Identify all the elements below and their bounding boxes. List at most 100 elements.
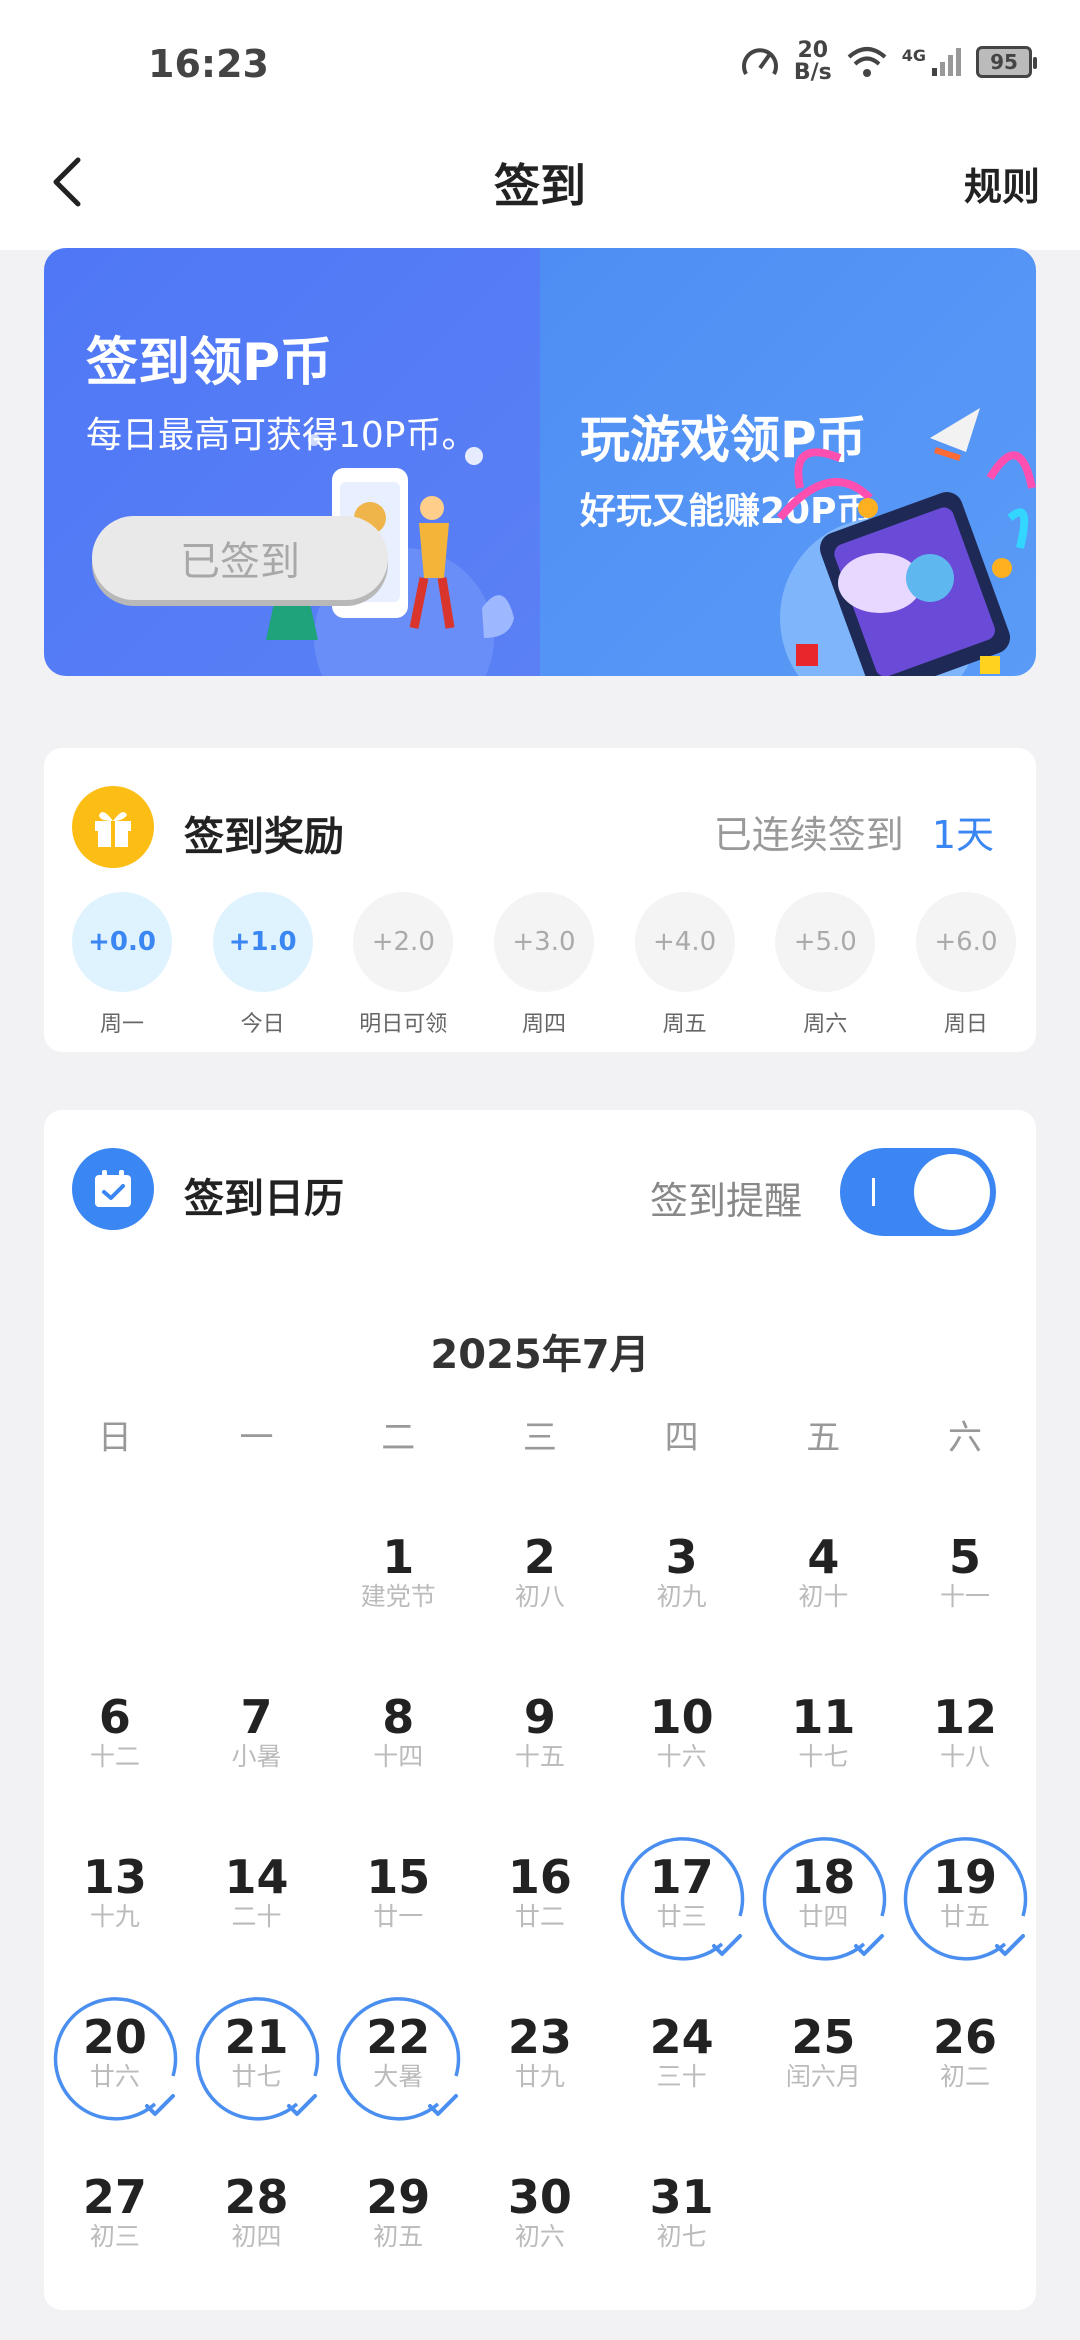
banner-carousel: 签到领P币 每日最高可获得10P币。 已签到 玩游戏领P币 好玩又能赚20P币 [44,248,1036,676]
reward-days: +0.0 周一 +1.0 今日 +2.0 明日可领 +3.0 周四 +4.0 周五 +5.0 周六 +6… [72,892,1016,1038]
lunar-date: 廿二 [514,1902,565,1931]
lunar-date: 廿一 [373,1902,424,1931]
lunar-date: 三十 [656,2062,707,2091]
calendar-day[interactable]: 18 廿四 [753,1820,895,1980]
calendar-day[interactable]: 7 小暑 [186,1660,328,1820]
reminder-toggle[interactable] [840,1148,996,1236]
weekday-label: 日 [97,1418,132,1458]
reward-day: +3.0 周四 [493,892,594,1038]
day-number: 27 [82,2170,147,2224]
calendar-day[interactable]: 3 初九 [611,1500,753,1660]
signin-calendar-card: 签到日历 签到提醒 2025年7月 日一二三四五六 1 建党节 2 初八 3 初九 4 初十 5… [44,1110,1036,2310]
lunar-date: 十四 [373,1742,424,1771]
calendar-day[interactable]: 31 初七 [611,2140,753,2300]
lunar-date: 十五 [514,1742,565,1771]
calendar-day[interactable]: 9 十五 [469,1660,611,1820]
signed-button[interactable]: 已签到 [92,516,388,600]
network-type: 4G [901,45,926,65]
weekday-label: 四 [664,1418,699,1458]
reward-amount: +1.0 [212,892,313,992]
streak-label: 已连续签到 [713,813,904,857]
calendar-check-icon [72,1148,154,1230]
day-number: 2 [523,1530,556,1584]
day-number: 16 [507,1850,572,1904]
weekday-label: 六 [947,1418,982,1458]
day-number: 13 [82,1850,147,1904]
reward-amount: +5.0 [775,892,876,992]
calendar-day[interactable]: 6 十二 [44,1660,186,1820]
calendar-day[interactable]: 28 初四 [186,2140,328,2300]
lunar-date: 十一 [940,1582,991,1611]
calendar-day[interactable]: 14 二十 [186,1820,328,1980]
reward-day: +0.0 周一 [72,892,172,1038]
calendar-day[interactable]: 11 十七 [753,1660,895,1820]
calendar-day[interactable]: 16 廿二 [469,1820,611,1980]
day-number: 29 [366,2170,431,2224]
calendar-day[interactable]: 10 十六 [611,1660,753,1820]
day-number: 26 [933,2010,998,2064]
calendar-day[interactable]: 21 廿七 [186,1980,328,2140]
calendar-day[interactable]: 2 初八 [469,1500,611,1660]
reward-day: +1.0 今日 [212,892,313,1038]
reward-day-label: 周一 [99,1012,144,1037]
signal-icon [932,48,961,76]
reward-amount: +6.0 [915,892,1016,992]
reward-day: +4.0 周五 [634,892,735,1038]
gift-icon [72,786,154,868]
calendar-day[interactable]: 23 廿九 [469,1980,611,2140]
calendar-day[interactable]: 19 廿五 [894,1820,1036,1980]
signin-banner[interactable]: 签到领P币 每日最高可获得10P币。 已签到 [44,248,540,676]
calendar-day[interactable]: 17 廿三 [611,1820,753,1980]
calendar-day[interactable]: 5 十一 [894,1500,1036,1660]
reward-amount: +0.0 [72,892,172,992]
wifi-icon [847,47,887,77]
day-number: 28 [224,2170,289,2224]
signin-reward-card: 签到奖励 已连续签到 1天 +0.0 周一 +1.0 今日 +2.0 明日可领 +3.0 周四 +… [44,748,1036,1052]
lunar-date: 廿九 [514,2062,565,2091]
calendar-day[interactable]: 29 初五 [327,2140,469,2300]
reward-amount: +4.0 [634,892,735,992]
day-number: 10 [649,1690,714,1744]
day-number: 3 [665,1530,698,1584]
game-banner[interactable]: 玩游戏领P币 好玩又能赚20P币 [540,248,1036,676]
calendar-day[interactable]: 20 廿六 [44,1980,186,2140]
reward-day-label: 明日可领 [359,1012,448,1037]
calendar-day[interactable]: 12 十八 [894,1660,1036,1820]
day-number: 8 [382,1690,415,1744]
lunar-date: 闰六月 [785,2062,861,2091]
lunar-date: 建党节 [360,1582,436,1611]
weekday-label: 二 [381,1418,416,1458]
calendar-day[interactable]: 8 十四 [327,1660,469,1820]
lunar-date: 十九 [89,1902,140,1931]
calendar-day[interactable]: 30 初六 [469,2140,611,2300]
calendar-day[interactable]: 26 初二 [894,1980,1036,2140]
day-number: 4 [807,1530,840,1584]
calendar-day[interactable]: 15 廿一 [327,1820,469,1980]
calendar-day[interactable]: 4 初十 [753,1500,895,1660]
lunar-date: 初三 [89,2222,140,2251]
calendar-day[interactable]: 13 十九 [44,1820,186,1980]
streak-value: 1天 [931,813,994,857]
reward-day-label: 周六 [803,1012,848,1037]
lunar-date: 初六 [514,2222,565,2251]
lunar-date: 二十 [231,1902,282,1931]
calendar-day[interactable]: 25 闰六月 [753,1980,895,2140]
rules-link[interactable]: 规则 [964,156,1040,211]
calendar-day[interactable]: 1 建党节 [327,1500,469,1660]
game-illustration [776,408,1036,676]
lunar-date: 初七 [656,2222,707,2251]
day-number: 11 [791,1690,856,1744]
day-number: 7 [240,1690,273,1744]
reward-title: 签到奖励 [184,814,344,860]
status-bar: 16:23 20 B/s 4G 95 [0,0,1080,130]
reminder-label: 签到提醒 [649,1179,802,1223]
calendar-day[interactable]: 24 三十 [611,1980,753,2140]
signed-check-icon [337,1997,461,2121]
calendar-day[interactable]: 27 初三 [44,2140,186,2300]
lunar-date: 十八 [940,1742,991,1771]
reward-day: +5.0 周六 [775,892,876,1038]
calendar-day[interactable]: 22 大暑 [327,1980,469,2140]
reward-day-label: 周五 [662,1012,707,1037]
speedometer-icon [741,48,778,75]
weekday-label: 一 [239,1418,274,1458]
